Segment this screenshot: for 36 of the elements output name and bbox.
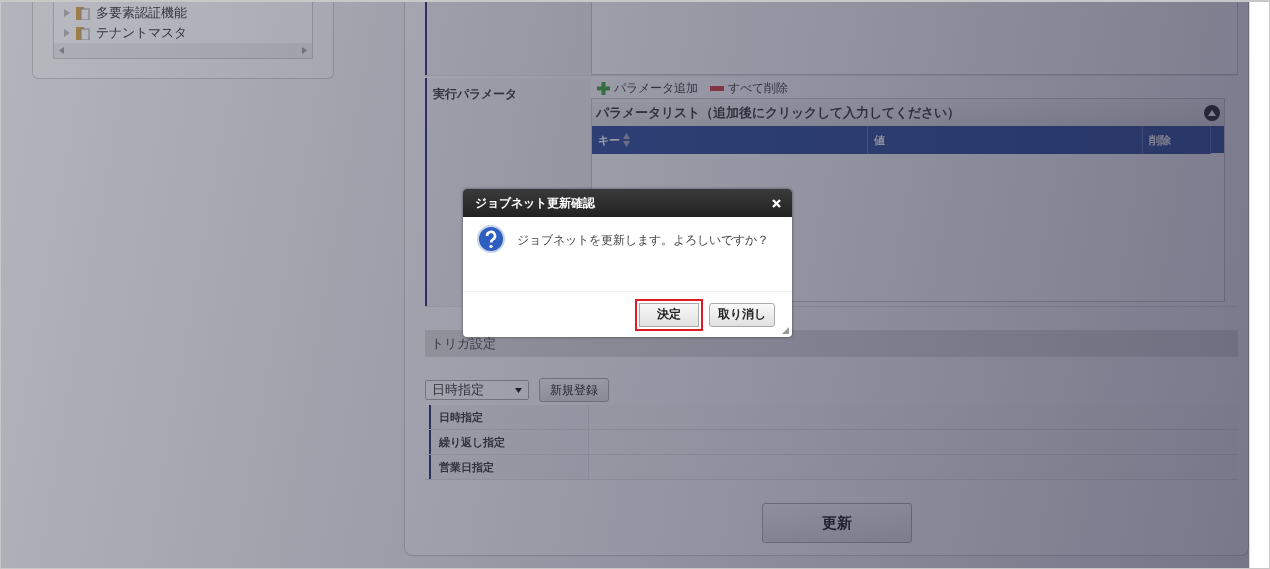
expand-arrow-icon[interactable] bbox=[64, 29, 70, 37]
trigger-type-dropdown[interactable]: 日時指定 bbox=[425, 380, 529, 400]
text-area[interactable] bbox=[591, 2, 1238, 75]
expand-arrow-icon[interactable] bbox=[64, 9, 70, 17]
field-label: 日時指定 bbox=[439, 409, 483, 425]
new-register-button[interactable]: 新規登録 bbox=[539, 378, 609, 402]
dialog-message: ジョブネットを更新します。よろしいですか？ bbox=[517, 232, 769, 249]
column-header[interactable]: 削除 bbox=[1149, 132, 1171, 148]
add-parameter-link[interactable]: パラメータ追加 bbox=[597, 79, 698, 97]
column-header[interactable]: 値 bbox=[874, 132, 885, 148]
field-label: 実行パラメータ bbox=[433, 87, 517, 101]
dialog-button[interactable]: 決定 bbox=[635, 298, 703, 331]
close-icon[interactable] bbox=[772, 198, 781, 208]
collapse-icon[interactable] bbox=[1204, 104, 1220, 121]
question-icon bbox=[477, 225, 505, 253]
scroll-right-icon[interactable] bbox=[302, 47, 307, 54]
plus-icon bbox=[597, 81, 610, 95]
folder-icon bbox=[76, 26, 90, 40]
tree-item[interactable]: 多要素認証機能 bbox=[96, 4, 187, 22]
column-header[interactable]: キー bbox=[598, 132, 620, 148]
field-label: 繰り返し指定 bbox=[439, 434, 505, 450]
horizontal-scrollbar[interactable] bbox=[54, 43, 312, 58]
tree-item[interactable]: テナントマスタ bbox=[96, 24, 187, 42]
field-label: 営業日指定 bbox=[439, 459, 494, 475]
delete-all-link[interactable]: すべて削除 bbox=[710, 79, 788, 97]
dialog-button[interactable]: 取り消し bbox=[709, 302, 775, 327]
folder-icon bbox=[76, 6, 90, 20]
dropdown-arrow-icon bbox=[515, 387, 522, 393]
update-button[interactable]: 更新 bbox=[761, 503, 912, 543]
dialog-title: ジョブネット更新確認 bbox=[475, 194, 595, 212]
panel-title: パラメータリスト（追加後にクリックして入力してください） bbox=[596, 103, 960, 122]
scroll-left-icon[interactable] bbox=[59, 47, 64, 54]
sort-icon[interactable] bbox=[623, 133, 630, 147]
minus-icon bbox=[710, 85, 724, 91]
resize-grip-icon[interactable] bbox=[782, 327, 789, 334]
section-title: トリガ設定 bbox=[431, 335, 496, 353]
